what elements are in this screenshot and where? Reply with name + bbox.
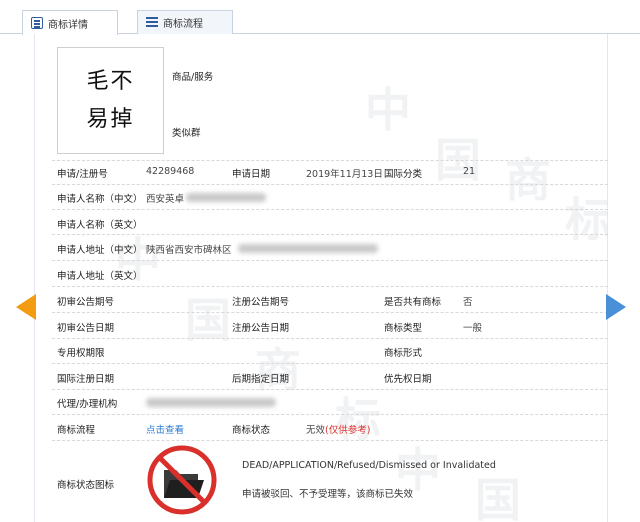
redacted-text: [146, 398, 276, 407]
divider: [52, 260, 608, 261]
divider: [52, 338, 608, 339]
divider: [52, 440, 608, 441]
exclusive-period-label: 专用权期限: [57, 348, 105, 359]
address-cn-label: 申请人地址（中文）: [57, 245, 143, 256]
status-description-en: DEAD/APPLICATION/Refused/Dismissed or In…: [242, 460, 496, 471]
priority-date-label: 优先权日期: [384, 374, 432, 385]
watermark: 国: [185, 293, 231, 347]
redacted-text: [238, 244, 378, 253]
tm-type-label: 商标类型: [384, 323, 423, 334]
applicant-cn-label: 申请人名称（中文）: [57, 194, 143, 205]
watermark: 商: [505, 153, 551, 207]
document-icon: [31, 17, 43, 29]
reg-no-label: 申请/注册号: [57, 169, 108, 180]
process-label: 商标流程: [57, 425, 96, 436]
agent-label: 代理/办理机构: [57, 399, 118, 410]
watermark: 商: [255, 343, 301, 397]
divider: [52, 286, 608, 287]
apply-date-label: 申请日期: [232, 169, 271, 180]
watermark: 国: [435, 133, 481, 187]
later-date-label: 后期指定日期: [232, 374, 290, 385]
status-note: (仅供参考): [325, 425, 371, 436]
shared-value: 否: [463, 297, 473, 308]
applicant-en-label: 申请人名称（英文）: [57, 220, 143, 231]
watermark: 标: [565, 193, 608, 247]
dead-status-icon: [147, 445, 217, 515]
shared-label: 是否共有商标: [384, 297, 442, 308]
tab-trademark-process[interactable]: 商标流程: [137, 10, 233, 34]
divider: [52, 184, 608, 185]
prelim-pub-no-label: 初审公告期号: [57, 297, 115, 308]
redacted-text: [186, 193, 266, 202]
intl-class-value: 21: [463, 166, 476, 177]
applicant-cn-value: 西安英卓: [146, 194, 185, 205]
reg-no-value: 42289468: [146, 166, 195, 177]
previous-arrow-icon[interactable]: [16, 294, 36, 320]
status-value: 无效(仅供参考): [306, 422, 370, 436]
intl-class-label: 国际分类: [384, 169, 423, 180]
similar-group-label: 类似群: [172, 128, 201, 139]
status-icon-label: 商标状态图标: [57, 480, 115, 491]
watermark: 中: [365, 83, 411, 137]
reg-pub-date-label: 注册公告日期: [232, 323, 290, 334]
address-cn-value: 陕西省西安市碑林区: [146, 245, 232, 256]
divider: [52, 160, 608, 161]
divider: [52, 312, 608, 313]
goods-services-label: 商品/服务: [172, 72, 214, 83]
divider: [52, 234, 608, 235]
tab-trademark-details[interactable]: 商标详情: [22, 10, 118, 35]
divider: [52, 363, 608, 364]
status-text: 无效: [306, 425, 326, 436]
list-icon: [146, 17, 158, 28]
tm-type-value: 一般: [463, 323, 483, 334]
status-label: 商标状态: [232, 425, 271, 436]
trademark-text-line: 易掉: [86, 106, 135, 132]
trademark-image: 毛不 易掉: [57, 47, 164, 154]
apply-date-value: 2019年11月13日: [306, 169, 383, 180]
tab-label: 商标详情: [48, 19, 88, 31]
tab-bar: 商标详情 商标流程: [0, 8, 640, 35]
divider: [52, 389, 608, 390]
prelim-pub-date-label: 初审公告日期: [57, 323, 115, 334]
next-arrow-icon[interactable]: [606, 294, 626, 320]
divider: [52, 414, 608, 415]
address-en-label: 申请人地址（英文）: [57, 271, 143, 282]
watermark: 国: [475, 473, 521, 522]
status-description-cn: 申请被驳回、不予受理等，该商标已失效: [242, 489, 414, 500]
divider: [52, 209, 608, 210]
reg-pub-no-label: 注册公告期号: [232, 297, 290, 308]
intl-reg-date-label: 国际注册日期: [57, 374, 115, 385]
trademark-text-line: 毛不: [86, 68, 135, 94]
process-view-link[interactable]: 点击查看: [146, 422, 184, 436]
tab-label: 商标流程: [163, 19, 203, 30]
tm-form-label: 商标形式: [384, 348, 423, 359]
